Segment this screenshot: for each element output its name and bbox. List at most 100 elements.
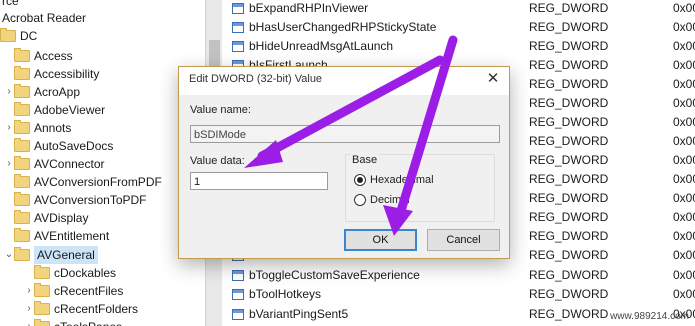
folder-icon bbox=[0, 28, 16, 42]
registry-value-icon bbox=[232, 3, 244, 14]
folder-icon bbox=[14, 48, 30, 62]
dialog-body: Value name: bSDIMode Value data: 1 Base … bbox=[179, 95, 509, 258]
value-type-cell: REG_DWORD bbox=[529, 268, 609, 282]
value-data-cell: 0x000000 bbox=[673, 268, 695, 282]
tree-item-label: AVConversionToPDF bbox=[34, 193, 147, 207]
tree-item-label: AVConversionFromPDF bbox=[34, 175, 162, 189]
folder-icon bbox=[14, 228, 30, 242]
value-data-cell: 0x000000 bbox=[673, 191, 695, 205]
value-data-cell: 0x000000 bbox=[673, 229, 695, 243]
value-data-cell: 0x000000 bbox=[673, 77, 695, 91]
value-data-cell: 0x000000 bbox=[673, 287, 695, 301]
value-data-label: Value data: bbox=[190, 155, 245, 167]
value-data-cell: 0x000000 bbox=[673, 172, 695, 186]
value-data-cell: 0x000000 bbox=[673, 39, 695, 53]
tree-item-label: Annots bbox=[34, 121, 72, 135]
decimal-label[interactable]: Decimal bbox=[370, 194, 410, 206]
registry-value-icon bbox=[232, 309, 244, 320]
value-data-input[interactable]: 1 bbox=[190, 172, 328, 190]
chevron-down-icon[interactable]: ⌄ bbox=[4, 246, 14, 264]
tree-item-label: Accessibility bbox=[34, 67, 100, 81]
value-data-cell: 0x000000 bbox=[673, 210, 695, 224]
folder-icon bbox=[14, 247, 30, 261]
folder-icon bbox=[34, 283, 50, 297]
value-type-cell: REG_DWORD bbox=[529, 307, 609, 321]
cancel-button[interactable]: Cancel bbox=[427, 229, 500, 251]
folder-icon bbox=[14, 156, 30, 170]
value-name-cell: bHasUserChangedRHPStickyState bbox=[249, 20, 437, 34]
chevron-right-icon[interactable]: › bbox=[24, 318, 34, 326]
chevron-right-icon[interactable]: › bbox=[4, 155, 14, 173]
folder-icon bbox=[14, 138, 30, 152]
registry-value-icon bbox=[232, 41, 244, 52]
value-data-cell: 0x000000 bbox=[673, 248, 695, 262]
folder-icon bbox=[14, 66, 30, 80]
value-name-label: Value name: bbox=[190, 104, 251, 116]
registry-value-row[interactable]: bHideUnreadMsgAtLaunch REG_DWORD 0x000000 bbox=[222, 37, 695, 56]
hexadecimal-label[interactable]: Hexadecimal bbox=[370, 174, 434, 186]
value-name-cell: bToolHotkeys bbox=[249, 287, 322, 301]
value-type-cell: REG_DWORD bbox=[529, 287, 609, 301]
registry-value-icon bbox=[232, 270, 244, 281]
value-type-cell: REG_DWORD bbox=[529, 248, 609, 262]
hexadecimal-radio[interactable] bbox=[354, 174, 366, 186]
folder-icon bbox=[34, 319, 50, 326]
value-type-cell: REG_DWORD bbox=[529, 96, 609, 110]
tree-item-label: DC bbox=[20, 29, 38, 43]
tree-item-label: Access bbox=[34, 49, 73, 63]
value-type-cell: REG_DWORD bbox=[529, 191, 609, 205]
chevron-right-icon[interactable]: › bbox=[24, 282, 34, 300]
tree-item-label: Acrobat Reader bbox=[2, 11, 87, 25]
value-data-cell: 0x000000 bbox=[673, 153, 695, 167]
folder-icon bbox=[14, 120, 30, 134]
close-icon[interactable]: ✕ bbox=[483, 69, 503, 89]
value-data-cell: 0x000000 bbox=[673, 134, 695, 148]
value-name-cell: bExpandRHPInViewer bbox=[249, 1, 369, 15]
folder-icon bbox=[14, 174, 30, 188]
tree-item-label: cRecentFiles bbox=[54, 284, 124, 298]
chevron-right-icon[interactable]: › bbox=[4, 119, 14, 137]
folder-icon bbox=[34, 265, 50, 279]
registry-value-row[interactable]: bToolHotkeys REG_DWORD 0x000000 bbox=[222, 285, 695, 304]
registry-tree: rce Acrobat Reader DC Access Accessibility › A… bbox=[0, 0, 205, 326]
tree-item-label: AutoSaveDocs bbox=[34, 139, 114, 153]
tree-item-label: AVDisplay bbox=[34, 211, 89, 225]
registry-value-row[interactable]: bHasUserChangedRHPStickyState REG_DWORD 0x… bbox=[222, 18, 695, 37]
chevron-right-icon[interactable]: › bbox=[4, 83, 14, 101]
value-type-cell: REG_DWORD bbox=[529, 153, 609, 167]
value-data-cell: 0x000000 bbox=[673, 1, 695, 15]
value-name-cell: bHideUnreadMsgAtLaunch bbox=[249, 39, 394, 53]
value-type-cell: REG_DWORD bbox=[529, 172, 609, 186]
decimal-radio[interactable] bbox=[354, 194, 366, 206]
tree-item-label: cDockables bbox=[54, 266, 117, 280]
dialog-title: Edit DWORD (32-bit) Value bbox=[189, 73, 323, 85]
value-data-cell: 0x000000 bbox=[673, 58, 695, 72]
value-type-cell: REG_DWORD bbox=[529, 134, 609, 148]
tree-item-label: cToolsPanes bbox=[54, 318, 122, 326]
value-name-cell: bToggleCustomSaveExperience bbox=[249, 268, 420, 282]
value-data-cell: 0x000000 bbox=[673, 115, 695, 129]
edit-dword-dialog: Edit DWORD (32-bit) Value ✕ Value name: … bbox=[178, 66, 510, 259]
folder-icon bbox=[14, 192, 30, 206]
value-type-cell: REG_DWORD bbox=[529, 58, 609, 72]
folder-icon bbox=[14, 210, 30, 224]
value-data-cell: 0x000000 bbox=[673, 20, 695, 34]
value-type-cell: REG_DWORD bbox=[529, 39, 609, 53]
registry-value-row[interactable]: bExpandRHPInViewer REG_DWORD 0x000000 bbox=[222, 0, 695, 18]
base-label: Base bbox=[350, 154, 380, 166]
tree-item-label: AVEntitlement bbox=[34, 229, 110, 243]
registry-value-icon bbox=[232, 22, 244, 33]
watermark: www.989214.com bbox=[610, 311, 689, 322]
value-type-cell: REG_DWORD bbox=[529, 1, 609, 15]
tree-item-label: cRecentFolders bbox=[54, 302, 139, 316]
registry-value-row[interactable]: bToggleCustomSaveExperience REG_DWORD 0x00… bbox=[222, 266, 695, 285]
ok-button[interactable]: OK bbox=[344, 229, 417, 251]
value-type-cell: REG_DWORD bbox=[529, 77, 609, 91]
chevron-right-icon[interactable]: › bbox=[24, 300, 34, 318]
value-type-cell: REG_DWORD bbox=[529, 20, 609, 34]
value-name-field[interactable]: bSDIMode bbox=[190, 125, 500, 143]
tree-item-label: AdobeViewer bbox=[34, 103, 106, 117]
value-type-cell: REG_DWORD bbox=[529, 210, 609, 224]
folder-icon bbox=[14, 102, 30, 116]
folder-icon bbox=[14, 84, 30, 98]
